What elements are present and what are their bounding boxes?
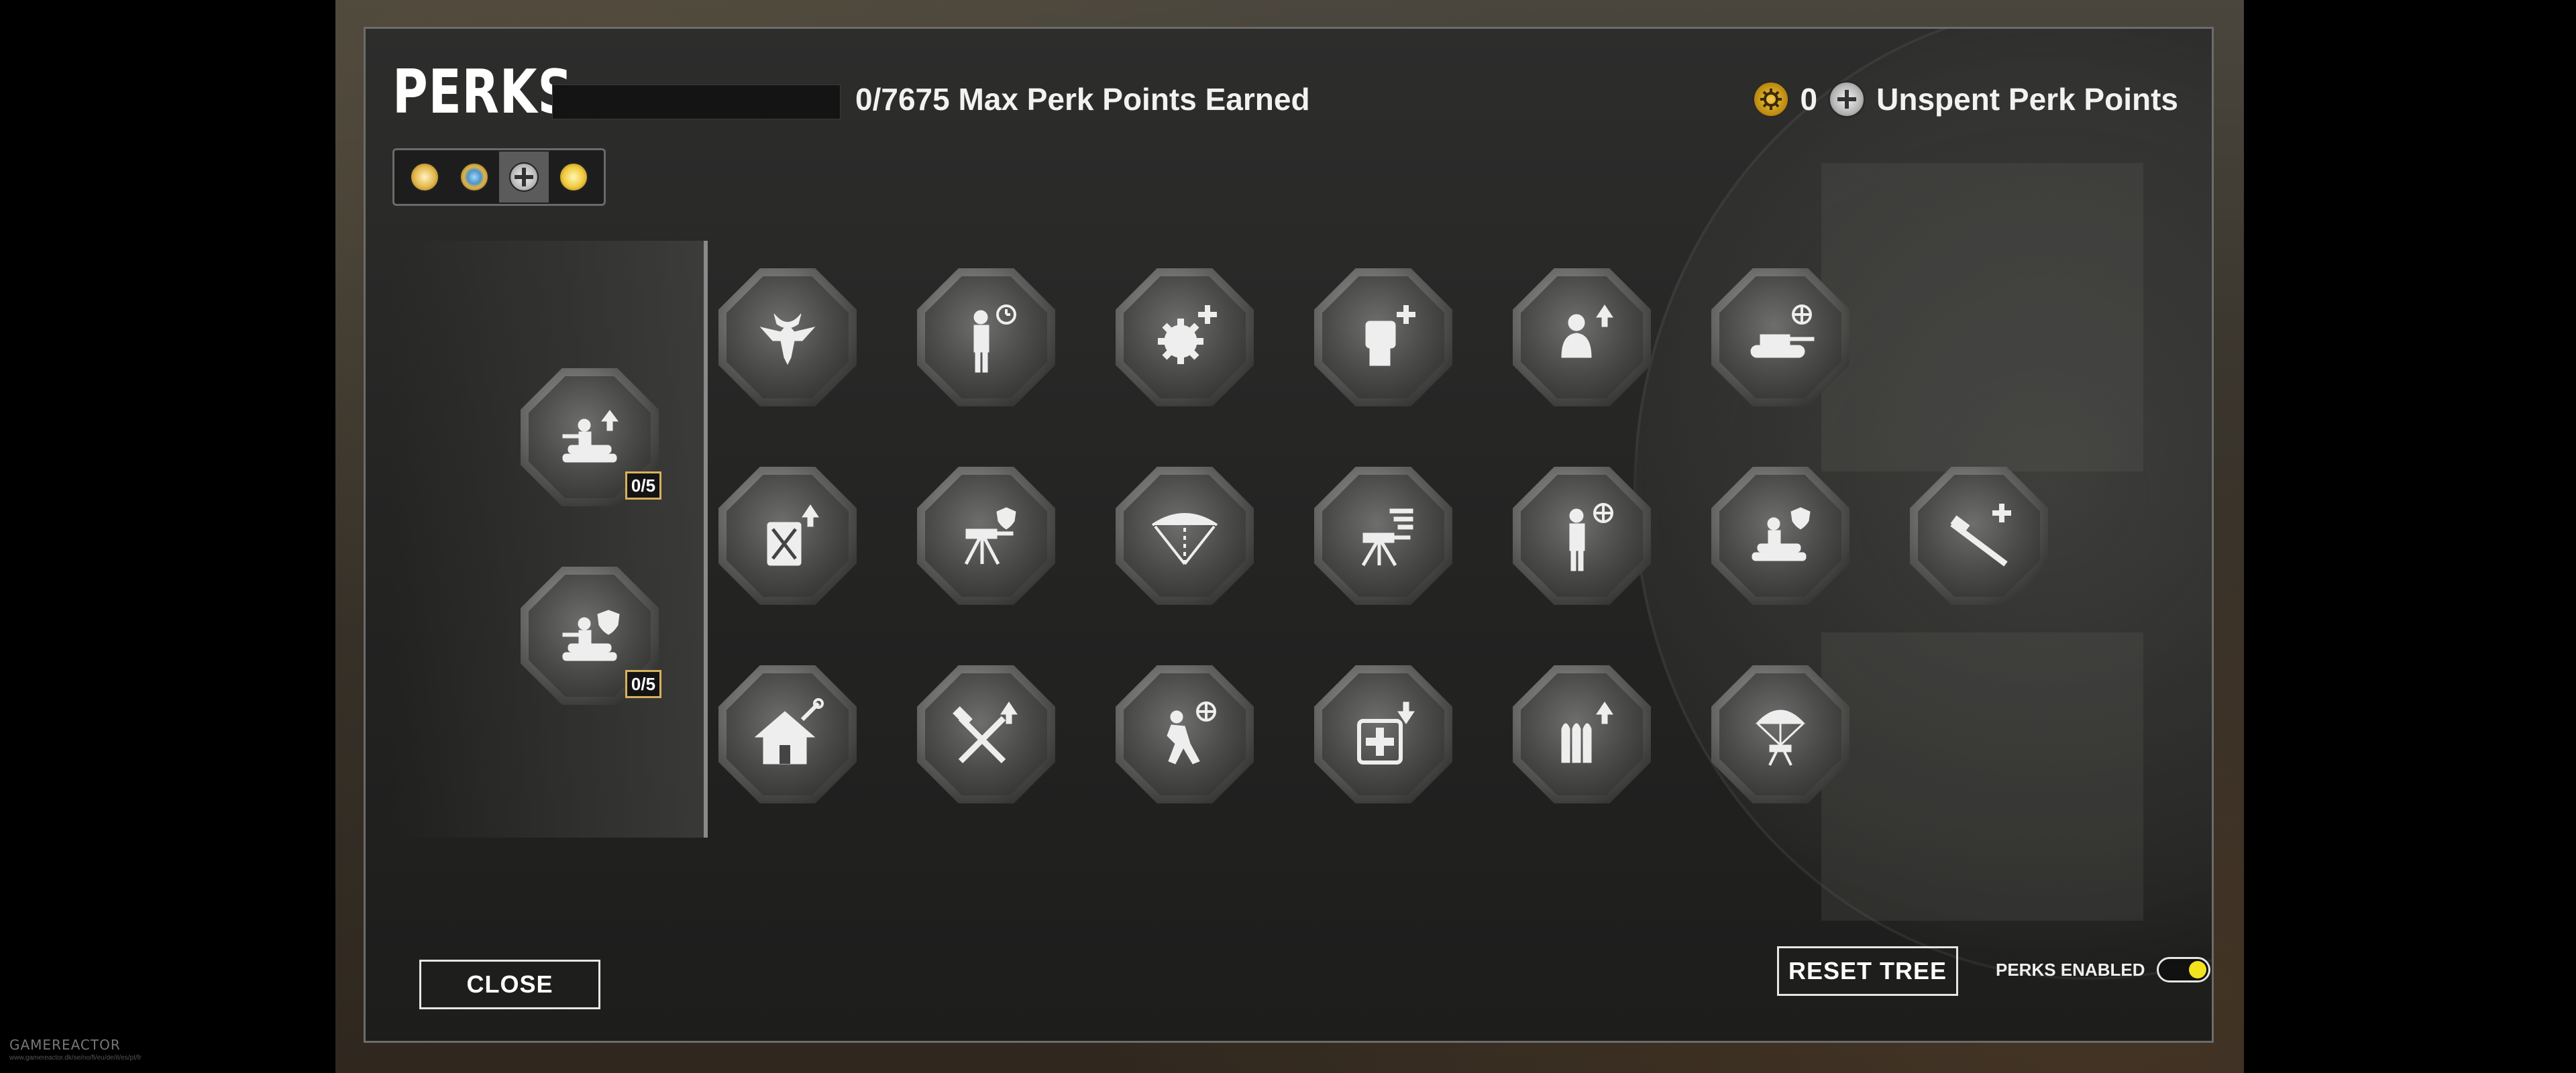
- faction-tab-1[interactable]: [400, 152, 449, 203]
- perk-eagle-emblem[interactable]: [718, 268, 857, 406]
- perk-machine-gun-speed[interactable]: [1314, 467, 1452, 605]
- perk-ammo-upgrade[interactable]: [1513, 665, 1651, 803]
- tools-upgrade-icon: [953, 701, 1018, 764]
- perk-house-repair[interactable]: [718, 665, 857, 803]
- unspent-points-label: Unspent Perk Points: [1876, 82, 2178, 117]
- perks-enabled-label: PERKS ENABLED: [1996, 959, 2145, 980]
- watermark-url: www.gamereactor.dk/se/no/fi/eu/de/it/es/…: [9, 1054, 142, 1062]
- perk-rank-counter: 0/5: [625, 471, 661, 500]
- page-title: PERKS: [392, 57, 574, 127]
- perk-fuel-can-upgrade[interactable]: [718, 467, 857, 605]
- gear-plus-icon: [1158, 305, 1217, 364]
- perk-soldier-target[interactable]: [1513, 467, 1651, 605]
- sidebar-perk-1[interactable]: 0/5: [521, 368, 661, 506]
- runner-target-icon: [1167, 701, 1216, 765]
- perk-fist-plus[interactable]: [1314, 268, 1452, 406]
- perks-enabled-toggle-group: PERKS ENABLED: [1996, 957, 2211, 982]
- perk-soldier-timer[interactable]: [917, 268, 1055, 406]
- gear-coin-icon: [1752, 80, 1790, 118]
- fist-plus-icon: [1365, 305, 1415, 366]
- sandbag-shield-icon: [1752, 507, 1811, 561]
- sidebar-perk-column: [392, 241, 708, 838]
- perk-sandbag-shield[interactable]: [1711, 467, 1849, 605]
- soldier-timer-icon: [973, 304, 1016, 373]
- faction-tab-2[interactable]: [449, 152, 499, 203]
- perk-gear-plus[interactable]: [1116, 268, 1254, 406]
- perks-panel: PERKS 0/7675 Max Perk Points Earned 0 Un…: [364, 27, 2214, 1043]
- perk-soldier-upgrade[interactable]: [1513, 268, 1651, 406]
- watermark-logo: GAMEREACTOR: [9, 1037, 121, 1053]
- perk-rifle-plus[interactable]: [1910, 467, 2048, 605]
- parachute-gun-icon: [1755, 710, 1806, 766]
- perk-arc-range[interactable]: [1116, 467, 1254, 605]
- eagle-emblem-icon: [759, 313, 816, 365]
- tank-target-icon: [1750, 304, 1815, 358]
- ammo-upgrade-icon: [1561, 701, 1613, 763]
- roundel-medal-icon: [460, 162, 489, 192]
- machine-gun-speed-icon: [1361, 508, 1413, 567]
- emblem-bar-bottom: [1821, 632, 2143, 921]
- rifle-plus-icon: [1950, 504, 2011, 567]
- reset-tree-button[interactable]: RESET TREE: [1777, 946, 1958, 996]
- soldier-target-icon: [1569, 503, 1613, 571]
- arc-range-icon: [1151, 513, 1218, 565]
- emblem-bar-top: [1821, 163, 2143, 471]
- perk-tank-target[interactable]: [1711, 268, 1849, 406]
- perk-tools-upgrade[interactable]: [917, 665, 1055, 803]
- close-button[interactable]: CLOSE: [419, 960, 600, 1009]
- soldier-upgrade-icon: [1561, 304, 1613, 358]
- faction-tab-4[interactable]: [549, 152, 598, 203]
- gold-star-medal-icon: [559, 162, 588, 192]
- unspent-points-group: 0 Unspent Perk Points: [1752, 78, 2178, 120]
- perk-points-earned-text: 0/7675 Max Perk Points Earned: [855, 82, 1310, 117]
- sandbag-soldier-shield-icon: [562, 610, 620, 661]
- perk-runner-target[interactable]: [1116, 665, 1254, 803]
- house-repair-icon: [754, 698, 824, 765]
- perk-medkit-download[interactable]: [1314, 665, 1452, 803]
- iron-cross-medal-icon: [509, 162, 539, 192]
- medkit-download-icon: [1357, 701, 1415, 765]
- perk-rank-counter: 0/5: [625, 670, 661, 698]
- faction-tab-3[interactable]: [499, 152, 549, 203]
- sandbag-soldier-upgrade-icon: [562, 410, 619, 463]
- sidebar-perk-2[interactable]: 0/5: [521, 567, 661, 705]
- machine-gun-shield-icon: [964, 507, 1016, 565]
- perk-parachute-gun[interactable]: [1711, 665, 1849, 803]
- faction-tab-bar: [392, 148, 606, 206]
- perk-points-progress-bar: [552, 84, 841, 119]
- cross-coin-icon: [1828, 80, 1866, 118]
- star-medal-icon: [410, 162, 439, 192]
- perk-machine-gun-shield[interactable]: [917, 467, 1055, 605]
- perks-enabled-toggle[interactable]: [2157, 957, 2211, 982]
- toggle-knob: [2189, 961, 2207, 978]
- fuel-can-upgrade-icon: [767, 504, 819, 566]
- general-points-value: 0: [1800, 82, 1818, 117]
